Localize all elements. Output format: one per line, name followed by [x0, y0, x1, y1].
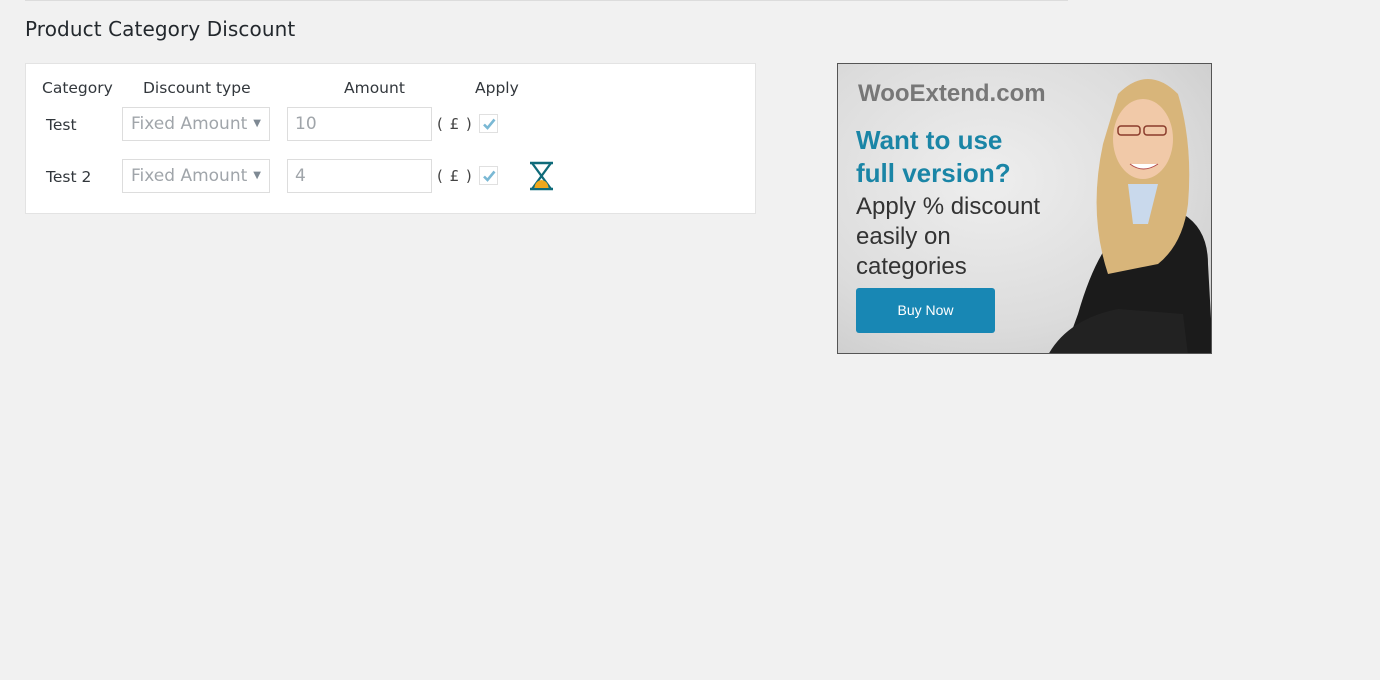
- currency-label: ( £ ): [437, 115, 473, 133]
- amount-input[interactable]: [287, 159, 432, 193]
- ad-body-line: easily on: [856, 223, 951, 250]
- discount-type-select[interactable]: Fixed Amount ▼: [122, 107, 270, 141]
- discount-type-value: Fixed Amount: [131, 114, 248, 134]
- category-discount-panel: Category Discount type Amount Apply Test…: [25, 63, 756, 214]
- ad-headline-line: full version?: [856, 158, 1011, 188]
- ad-body-text: Apply % discount easily on categories: [856, 192, 1040, 282]
- currency-label: ( £ ): [437, 167, 473, 185]
- ad-headline-line: Want to use: [856, 125, 1003, 155]
- discount-type-select[interactable]: Fixed Amount ▼: [122, 159, 270, 193]
- table-row: Test Fixed Amount ▼ ( £ ): [26, 107, 755, 143]
- amount-input[interactable]: [287, 107, 432, 141]
- apply-checkbox[interactable]: [479, 114, 498, 133]
- upgrade-ad-banner[interactable]: WooExtend.com Want to use full version? …: [837, 63, 1212, 354]
- category-name: Test: [46, 116, 77, 134]
- header-discount-type: Discount type: [143, 79, 251, 97]
- page-title: Product Category Discount: [25, 17, 296, 41]
- apply-checkbox[interactable]: [479, 166, 498, 185]
- checkmark-icon: [483, 170, 496, 182]
- header-apply: Apply: [475, 79, 519, 97]
- ad-body-line: categories: [856, 253, 967, 280]
- table-row: Test 2 Fixed Amount ▼ ( £ ): [26, 159, 755, 195]
- discount-type-value: Fixed Amount: [131, 166, 248, 186]
- chevron-down-icon: ▼: [253, 118, 261, 129]
- header-amount: Amount: [344, 79, 405, 97]
- ad-body-line: Apply % discount: [856, 193, 1041, 220]
- top-divider: [25, 0, 1068, 1]
- hourglass-icon: [530, 161, 553, 191]
- chevron-down-icon: ▼: [253, 170, 261, 181]
- category-name: Test 2: [46, 168, 92, 186]
- ad-headline: Want to use full version?: [856, 124, 1011, 190]
- ad-site-name: WooExtend.com: [858, 80, 1046, 107]
- buy-now-button[interactable]: Buy Now: [856, 288, 995, 333]
- header-category: Category: [42, 79, 113, 97]
- checkmark-icon: [483, 118, 496, 130]
